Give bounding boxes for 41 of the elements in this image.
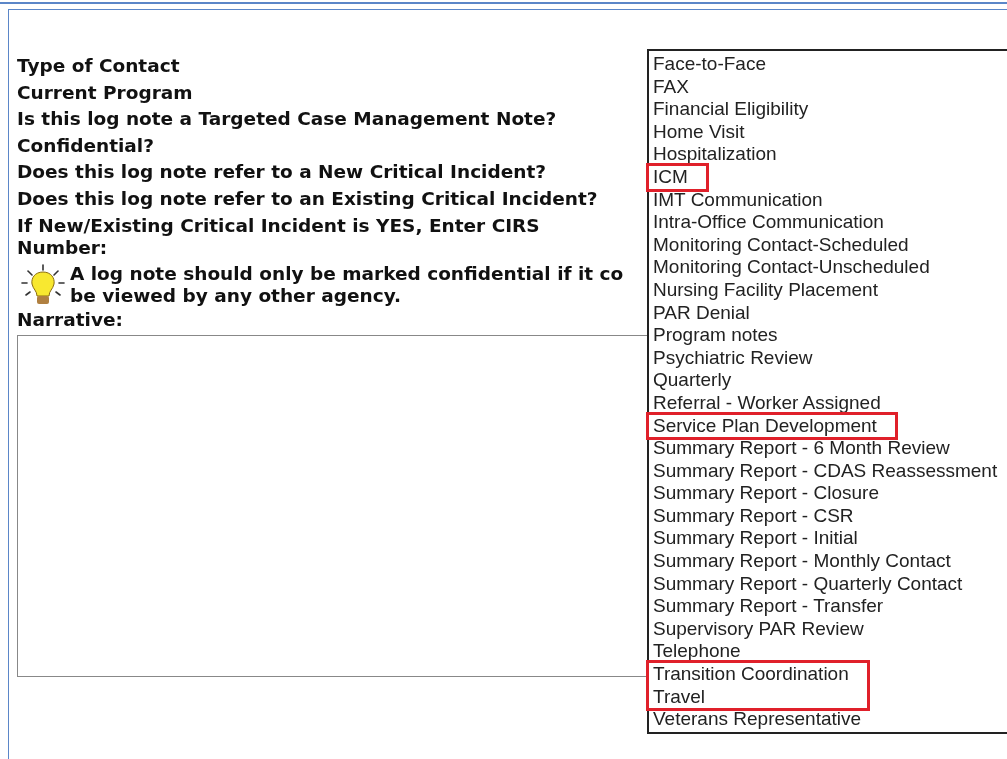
field-label: Current Program — [17, 81, 194, 104]
list-option[interactable]: Hospitalization — [649, 143, 1007, 166]
list-option[interactable]: Summary Report - CDAS Reassessment — [649, 459, 1007, 483]
tip-text: A log note should only be marked confidential if it co — [70, 262, 624, 285]
field-label: Is this log note a Targeted Case Management Note? — [17, 108, 558, 131]
list-option[interactable]: Summary Report - Initial — [649, 527, 1007, 551]
list-option[interactable]: Program notes — [649, 324, 1007, 347]
list-option[interactable]: FAX — [649, 75, 1007, 99]
list-option[interactable]: Psychiatric Review — [649, 346, 1007, 370]
list-option[interactable]: Face-to-Face — [649, 53, 1007, 76]
list-option[interactable]: Travel — [649, 685, 849, 709]
list-option[interactable]: Monitoring Contact-Unscheduled — [649, 256, 1007, 279]
list-option[interactable]: Referral - Worker Assigned — [649, 391, 1007, 415]
narrative-field[interactable] — [17, 335, 648, 678]
field-label: Type of Contact — [17, 55, 181, 77]
list-option[interactable]: ICM — [649, 165, 688, 189]
list-option[interactable]: PAR Denial — [649, 301, 1007, 325]
list-option[interactable]: Home Visit — [649, 120, 1007, 144]
list-option[interactable]: Monitoring Contact-Scheduled — [649, 233, 1007, 257]
narrative-label: Narrative: — [17, 308, 124, 331]
list-option[interactable]: Summary Report - 6 Month Review — [649, 437, 1007, 460]
field-label: Does this log note refer to a New Critical Incident? — [17, 161, 547, 184]
list-option[interactable]: Quarterly — [649, 369, 1007, 392]
list-option[interactable]: Intra-Office Communication — [649, 211, 1007, 234]
list-option[interactable]: Supervisory PAR Review — [649, 617, 1007, 641]
list-option[interactable]: Summary Report - Closure — [649, 482, 1007, 505]
tip-text: be viewed by any other agency. — [70, 284, 403, 307]
list-option[interactable]: Veterans Representative — [649, 708, 1007, 731]
list-option[interactable]: Summary Report - Monthly Contact — [649, 550, 1007, 573]
field-label: Confidential? — [17, 134, 155, 157]
list-option[interactable]: Summary Report - Transfer — [649, 595, 1007, 618]
list-option[interactable]: Nursing Facility Placement — [649, 278, 1007, 302]
list-option[interactable]: Service Plan Development — [649, 414, 877, 438]
list-option[interactable]: Telephone — [649, 640, 1007, 664]
list-option[interactable]: Financial Eligibility — [649, 98, 1007, 121]
list-option[interactable]: Summary Report - CSR — [649, 504, 1007, 528]
list-option[interactable]: IMT Communication — [649, 188, 1007, 212]
field-label: Does this log note refer to an Existing Critical Incident? — [17, 187, 599, 210]
list-option[interactable]: Transition Coordination — [649, 663, 849, 686]
field-label: If New/Existing Critical Incident is YES, Enter CIRS Number: — [17, 214, 541, 259]
list-option[interactable]: Summary Report - Quarterly Contact — [649, 572, 1007, 596]
